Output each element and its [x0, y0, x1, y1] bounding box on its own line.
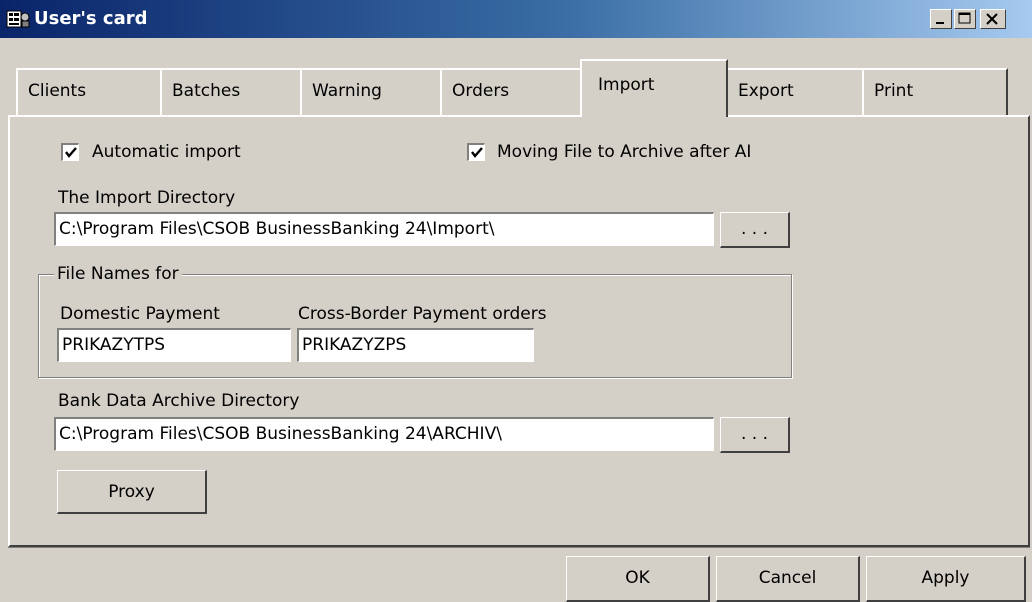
close-button[interactable]	[980, 9, 1006, 29]
tab-clients[interactable]: Clients	[16, 68, 162, 116]
tab-warning[interactable]: Warning	[300, 68, 442, 116]
close-icon	[986, 13, 998, 25]
tab-label: Import	[598, 75, 655, 95]
tab-label: Batches	[172, 81, 241, 101]
cancel-button[interactable]: Cancel	[716, 556, 860, 602]
import-directory-input[interactable]: C:\Program Files\CSOB BusinessBanking 24…	[54, 212, 714, 246]
import-directory-browse-button[interactable]: . . .	[720, 212, 790, 248]
checkmark-icon	[471, 147, 483, 158]
domestic-payment-input[interactable]: PRIKAZYTPS	[57, 328, 291, 362]
proxy-button[interactable]: Proxy	[57, 470, 207, 514]
tab-label: Print	[874, 81, 914, 101]
archive-directory-browse-button[interactable]: . . .	[720, 417, 790, 453]
automatic-import-label: Automatic import	[92, 142, 241, 162]
tab-export[interactable]: Export	[726, 68, 864, 116]
minimize-button[interactable]	[930, 9, 952, 29]
apply-button[interactable]: Apply	[866, 556, 1026, 602]
app-icon[interactable]	[6, 9, 30, 29]
archive-directory-input[interactable]: C:\Program Files\CSOB BusinessBanking 24…	[54, 417, 714, 451]
window-title: User's card	[34, 8, 148, 29]
domestic-payment-label: Domestic Payment	[60, 304, 220, 324]
file-names-group	[38, 274, 792, 378]
tab-import[interactable]: Import	[580, 59, 728, 117]
tab-print[interactable]: Print	[862, 68, 1008, 116]
file-names-group-title: File Names for	[54, 264, 182, 284]
tab-label: Orders	[452, 81, 510, 101]
checkmark-icon	[65, 147, 77, 158]
tab-label: Export	[738, 81, 794, 101]
crossborder-payment-label: Cross-Border Payment orders	[298, 304, 547, 324]
title-bar[interactable]: User's card	[0, 0, 1032, 38]
users-card-window: User's card Clients Batches Warning Orde…	[0, 0, 1032, 602]
archive-directory-label: Bank Data Archive Directory	[58, 391, 300, 411]
tab-label: Clients	[28, 81, 87, 101]
minimize-icon	[936, 22, 944, 24]
import-directory-label: The Import Directory	[58, 188, 236, 208]
moving-file-checkbox[interactable]	[467, 143, 485, 161]
tab-orders[interactable]: Orders	[440, 68, 582, 116]
moving-file-label: Moving File to Archive after AI	[497, 142, 752, 162]
tab-label: Warning	[312, 81, 382, 101]
divider	[8, 547, 1030, 548]
maximize-button[interactable]	[954, 9, 976, 29]
automatic-import-checkbox[interactable]	[61, 143, 79, 161]
crossborder-payment-input[interactable]: PRIKAZYZPS	[297, 328, 534, 362]
maximize-icon	[958, 12, 971, 24]
ok-button[interactable]: OK	[566, 556, 710, 602]
tab-batches[interactable]: Batches	[160, 68, 302, 116]
